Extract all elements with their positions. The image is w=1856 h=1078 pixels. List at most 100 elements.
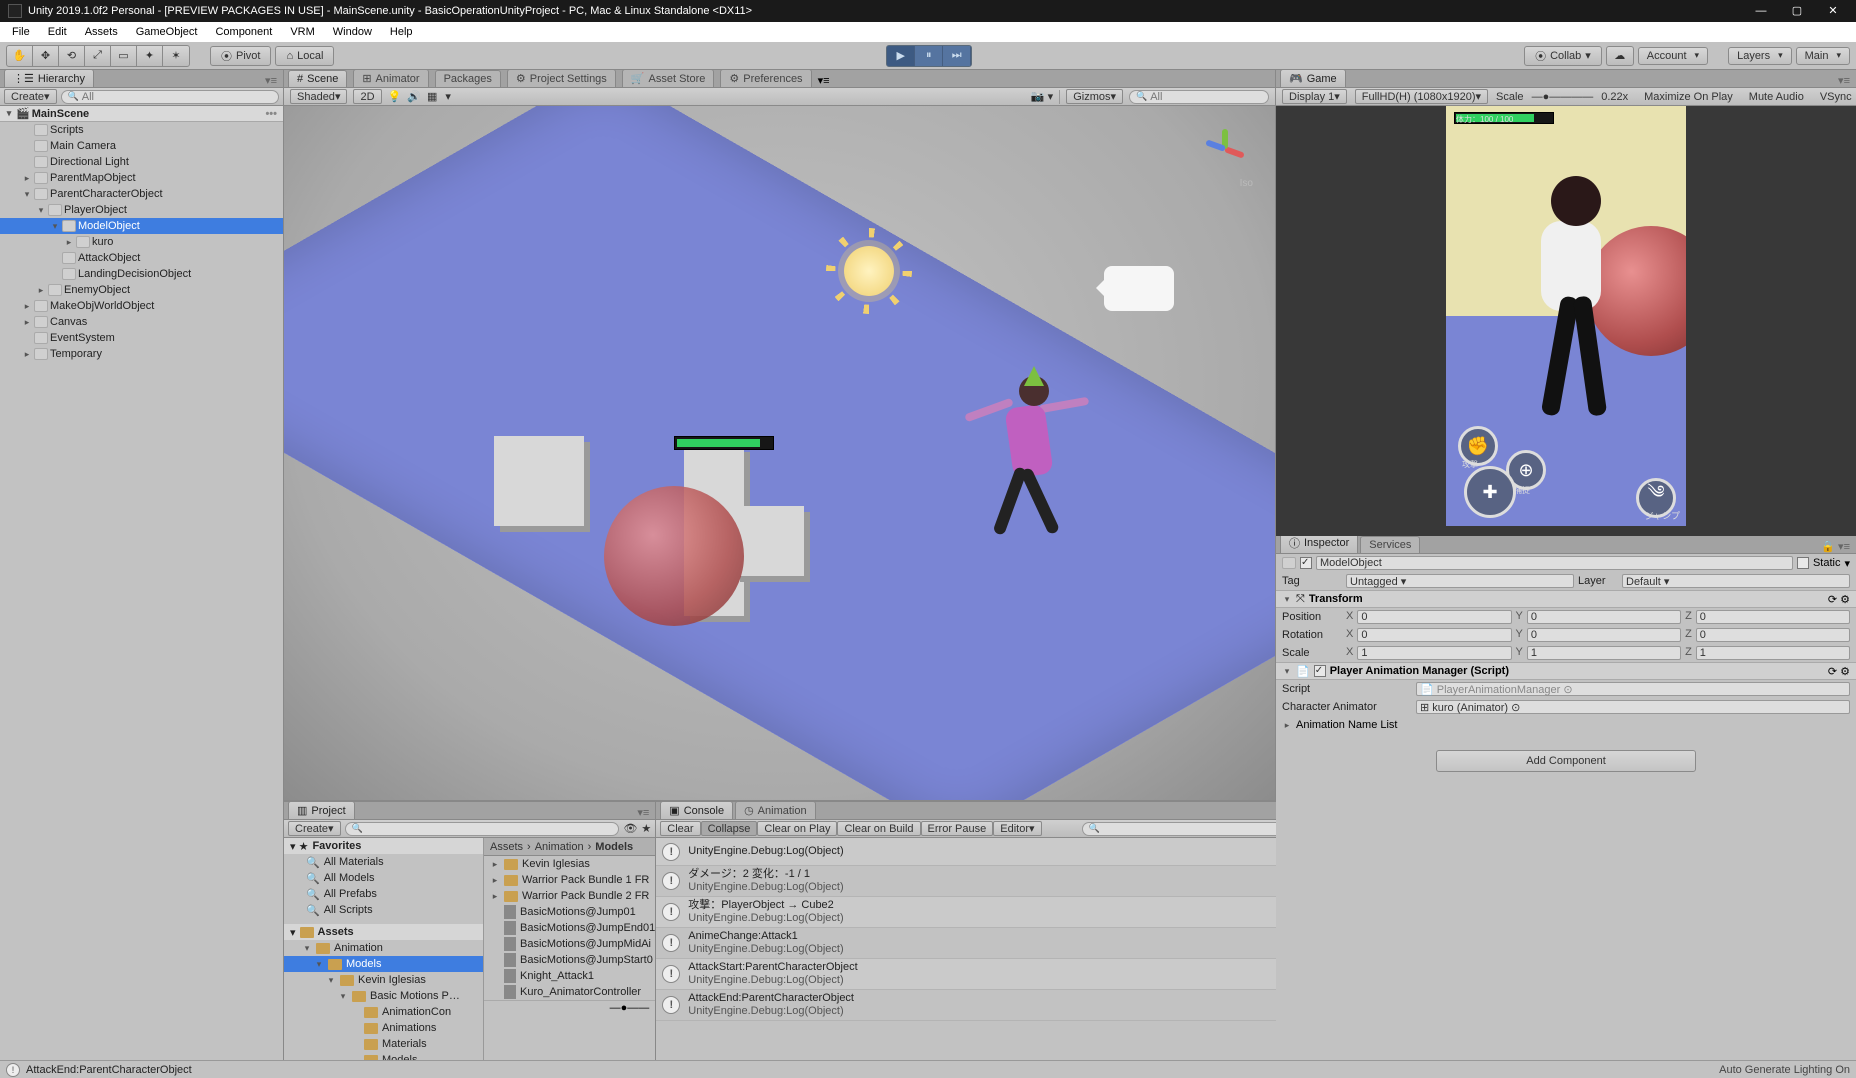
hierarchy-item[interactable]: ▸EnemyObject: [0, 282, 283, 298]
component-menu-icon[interactable]: ⟳ ⚙: [1828, 665, 1850, 678]
panel-menu-icon[interactable]: ▾≡: [818, 74, 830, 87]
favorite-item[interactable]: 🔍All Scripts: [284, 902, 483, 918]
project-file[interactable]: ▸Kevin Iglesias: [484, 856, 655, 872]
menu-vrm[interactable]: VRM: [282, 24, 322, 40]
panel-menu-icon[interactable]: ▾≡: [631, 806, 655, 819]
object-name-field[interactable]: ModelObject: [1316, 556, 1793, 570]
scl-x[interactable]: 1: [1357, 646, 1511, 660]
menu-window[interactable]: Window: [325, 24, 380, 40]
tab-console[interactable]: ▣ Console: [660, 801, 733, 819]
pivot-toggle[interactable]: ⦿ Pivot: [210, 46, 271, 66]
tab-services[interactable]: Services: [1360, 536, 1420, 553]
rot-z[interactable]: 0: [1696, 628, 1850, 642]
panel-menu-icon[interactable]: ▾≡: [259, 74, 283, 87]
scl-z[interactable]: 1: [1696, 646, 1850, 660]
hierarchy-search[interactable]: All: [61, 90, 279, 104]
filter-icon[interactable]: ★: [641, 822, 651, 835]
hierarchy-item[interactable]: ▾ModelObject: [0, 218, 283, 234]
tab-hierarchy[interactable]: ⋮☰ Hierarchy: [4, 69, 94, 87]
cloud-button[interactable]: ☁: [1606, 46, 1634, 66]
lighting-status[interactable]: Auto Generate Lighting On: [1719, 1064, 1850, 1076]
component-enabled[interactable]: [1314, 665, 1326, 677]
step-button[interactable]: ⏭: [943, 46, 971, 66]
pos-x[interactable]: 0: [1357, 610, 1511, 624]
hierarchy-create[interactable]: Create ▾: [4, 89, 57, 104]
move-tool-icon[interactable]: ✥: [33, 46, 59, 66]
project-folder[interactable]: ▾Models: [284, 956, 483, 972]
animator-field[interactable]: ⊞ kuro (Animator) ⊙: [1416, 700, 1850, 714]
game-view[interactable]: 体力：100 / 100 ✊ ⊕ ✚ ༄ 攻撃 捕捉 ジャンプ: [1276, 106, 1856, 536]
perspective-label[interactable]: Iso: [1240, 178, 1253, 189]
favorite-item[interactable]: 🔍All Materials: [284, 854, 483, 870]
favorite-item[interactable]: 🔍All Models: [284, 870, 483, 886]
tab-project-settings[interactable]: ⚙ Project Settings: [507, 69, 616, 87]
hierarchy-item[interactable]: Scripts: [0, 122, 283, 138]
project-folder[interactable]: ▾Animation: [284, 940, 483, 956]
console-clear-on-build[interactable]: Clear on Build: [837, 821, 920, 836]
hierarchy-item[interactable]: ▸Temporary: [0, 346, 283, 362]
camera-icon[interactable]: 📷 ▾: [1031, 90, 1053, 103]
component-menu-icon[interactable]: ⟳ ⚙: [1828, 593, 1850, 606]
play-button[interactable]: ▶: [887, 46, 915, 66]
project-folder[interactable]: AnimationCon: [284, 1004, 483, 1020]
local-toggle[interactable]: ⌂ Local: [275, 46, 334, 66]
active-checkbox[interactable]: [1300, 557, 1312, 569]
pause-button[interactable]: ⏸: [915, 46, 943, 66]
close-button[interactable]: ✕: [1824, 2, 1842, 20]
hierarchy-item[interactable]: Directional Light: [0, 154, 283, 170]
filter-icon[interactable]: 👁: [623, 822, 637, 835]
tab-project[interactable]: ▥ Project: [288, 801, 355, 819]
slider-icon[interactable]: —●——: [610, 1002, 650, 1014]
display-dropdown[interactable]: Display 1 ▾: [1282, 89, 1347, 104]
custom-tool-icon[interactable]: ✶: [163, 46, 189, 66]
layers-dropdown[interactable]: Layers: [1728, 47, 1792, 65]
tab-animator[interactable]: ⊞ Animator: [353, 69, 428, 87]
tab-game[interactable]: 🎮 Game: [1280, 69, 1346, 87]
orientation-gizmo[interactable]: [1195, 118, 1255, 178]
scene-header[interactable]: ▾🎬MainScene •••: [0, 106, 283, 122]
hierarchy-item[interactable]: AttackObject: [0, 250, 283, 266]
menu-file[interactable]: File: [4, 24, 38, 40]
hierarchy-item[interactable]: ▸MakeObjWorldObject: [0, 298, 283, 314]
project-create[interactable]: Create ▾: [288, 821, 341, 836]
menu-edit[interactable]: Edit: [40, 24, 75, 40]
project-file[interactable]: BasicMotions@JumpMidAi: [484, 936, 655, 952]
lighting-icon[interactable]: 💡: [388, 90, 402, 103]
maximize-on-play[interactable]: Maximize On Play: [1644, 91, 1733, 103]
hierarchy-item[interactable]: ▾ParentCharacterObject: [0, 186, 283, 202]
hierarchy-item[interactable]: Main Camera: [0, 138, 283, 154]
tag-dropdown[interactable]: Untagged ▾: [1346, 574, 1574, 588]
project-folder[interactable]: ▾Basic Motions P…: [284, 988, 483, 1004]
shading-mode[interactable]: Shaded ▾: [290, 89, 347, 104]
console-clear[interactable]: Clear: [660, 821, 700, 836]
panel-menu-icon[interactable]: ▾≡: [1832, 74, 1856, 87]
menu-assets[interactable]: Assets: [77, 24, 126, 40]
add-component-button[interactable]: Add Component: [1436, 750, 1696, 772]
project-folder[interactable]: Animations: [284, 1020, 483, 1036]
project-folder[interactable]: Materials: [284, 1036, 483, 1052]
static-checkbox[interactable]: [1797, 557, 1809, 569]
aspect-dropdown[interactable]: FullHD(H) (1080x1920) ▾: [1355, 89, 1488, 104]
project-file[interactable]: BasicMotions@Jump01: [484, 904, 655, 920]
console-error-pause[interactable]: Error Pause: [921, 821, 994, 836]
tab-preferences[interactable]: ⚙ Preferences: [720, 69, 811, 87]
tab-animation[interactable]: ◷ Animation: [735, 801, 816, 819]
minimize-button[interactable]: —: [1752, 2, 1770, 20]
hierarchy-item[interactable]: ▾PlayerObject: [0, 202, 283, 218]
2d-toggle[interactable]: 2D: [353, 89, 381, 104]
menu-component[interactable]: Component: [207, 24, 280, 40]
hierarchy-item[interactable]: LandingDecisionObject: [0, 266, 283, 282]
collab-dropdown[interactable]: ⦿ Collab ▾: [1524, 46, 1602, 66]
panel-menu-icon[interactable]: 🔒 ▾≡: [1815, 540, 1856, 553]
project-file[interactable]: ▸Warrior Pack Bundle 2 FR: [484, 888, 655, 904]
move-gizmo-icon[interactable]: [1024, 356, 1044, 386]
mute-audio[interactable]: Mute Audio: [1749, 91, 1804, 103]
menu-gameobject[interactable]: GameObject: [128, 24, 206, 40]
project-file[interactable]: Kuro_AnimatorController: [484, 984, 655, 1000]
hierarchy-item[interactable]: ▸ParentMapObject: [0, 170, 283, 186]
dpad-button[interactable]: ✚: [1464, 466, 1516, 518]
hand-tool-icon[interactable]: ✋: [7, 46, 33, 66]
console-editor[interactable]: Editor ▾: [993, 821, 1041, 836]
favorite-item[interactable]: 🔍All Prefabs: [284, 886, 483, 902]
vsync[interactable]: VSync: [1820, 91, 1852, 103]
